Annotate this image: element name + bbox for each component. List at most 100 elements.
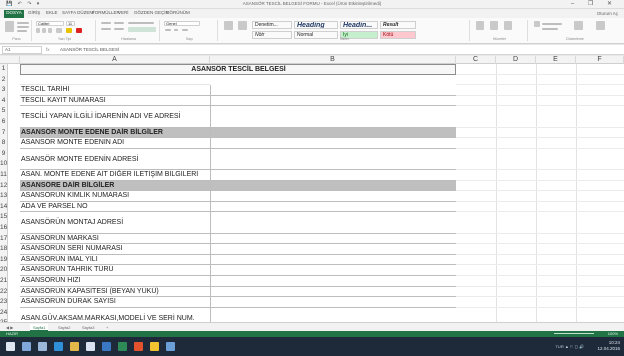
sheet-nav-icon[interactable]: ◀ ▶ bbox=[6, 324, 13, 331]
field-value-cell[interactable] bbox=[210, 254, 456, 266]
select-all-corner[interactable] bbox=[0, 56, 20, 64]
field-value-cell[interactable] bbox=[210, 191, 456, 202]
field-value-cell[interactable] bbox=[210, 244, 456, 255]
style-heading2[interactable]: Headin... bbox=[340, 21, 378, 29]
font-name-select[interactable]: Calibri bbox=[36, 21, 64, 26]
field-label-cell[interactable]: ASANSÖRÜN TAHRİK TÜRÜ bbox=[20, 265, 210, 276]
window-controls[interactable]: – ❐ ✕ bbox=[571, 0, 618, 7]
row-header[interactable]: 14 bbox=[0, 201, 8, 213]
tab-data[interactable]: VERİ bbox=[118, 10, 129, 18]
start-icon[interactable] bbox=[6, 342, 15, 351]
title-cell[interactable]: ASANSÖR TESCİL BELGESİ bbox=[20, 64, 456, 75]
row-header[interactable]: 22 bbox=[0, 286, 8, 298]
field-label-cell[interactable]: TESCİL TARİHİ bbox=[20, 85, 210, 96]
autosum-icon[interactable] bbox=[534, 21, 540, 27]
sheet-tab-2[interactable]: Sayfa2 bbox=[58, 324, 70, 331]
sheet-tab-1[interactable]: Sayfa1 bbox=[30, 324, 49, 331]
field-label-cell[interactable]: ASANSÖRÜN SERİ NUMARASI bbox=[20, 244, 210, 255]
file-explorer-icon[interactable] bbox=[70, 342, 79, 351]
field-label-cell[interactable]: TESCİL KAYIT NUMARASI bbox=[20, 96, 210, 107]
row-header[interactable]: 19 bbox=[0, 254, 8, 266]
row-header[interactable]: 17 bbox=[0, 233, 8, 245]
tab-page-layout[interactable]: SAYFA DÜZENİ bbox=[62, 10, 94, 18]
tab-insert[interactable]: EKLE bbox=[46, 10, 58, 18]
clock[interactable]: 10:24 12.04.2016 bbox=[597, 340, 620, 352]
row-header[interactable]: 8 bbox=[0, 138, 8, 149]
sign-in-link[interactable]: Oturum Aç bbox=[597, 11, 618, 16]
style-check-cell[interactable]: Denetim... bbox=[252, 21, 292, 29]
row-header[interactable]: 3 bbox=[0, 85, 8, 96]
row-header[interactable]: 20 bbox=[0, 265, 8, 276]
worksheet-grid[interactable]: A B C D E F 1 ASANSÖR TESCİL BELGESİ 2 3 TES… bbox=[0, 56, 624, 322]
field-value-cell[interactable] bbox=[210, 276, 456, 287]
formula-input[interactable]: ASANSÖR TESCİL BELGESİ bbox=[60, 47, 119, 52]
word-icon[interactable] bbox=[102, 342, 111, 351]
field-label-cell[interactable] bbox=[20, 75, 210, 86]
field-label-cell[interactable]: ASANSÖRÜN İMAL YILI bbox=[20, 255, 210, 266]
field-value-cell[interactable] bbox=[210, 170, 456, 181]
column-header-f[interactable]: F bbox=[576, 56, 624, 64]
field-label-cell[interactable]: ASANSÖRÜN MONTAJ ADRESİ bbox=[20, 212, 210, 234]
field-label-cell[interactable]: ADA VE PARSEL NO bbox=[20, 202, 210, 213]
italic-icon[interactable] bbox=[42, 28, 46, 33]
number-format-select[interactable]: Genel bbox=[164, 21, 200, 26]
row-header[interactable]: 7 bbox=[0, 127, 8, 139]
delete-cells-icon[interactable] bbox=[490, 21, 498, 30]
row-header[interactable]: 10 bbox=[0, 159, 8, 170]
tab-review[interactable]: GÖZDEN GEÇİR bbox=[134, 10, 169, 18]
tab-formulas[interactable]: FORMÜLLER bbox=[92, 10, 120, 18]
search-icon[interactable] bbox=[22, 342, 31, 351]
row-header[interactable]: 5 bbox=[0, 106, 8, 117]
section-header-cell[interactable]: ASANSÖR MONTE EDENE DAİR BİLGİLER bbox=[20, 127, 210, 139]
fx-icon[interactable]: fx bbox=[46, 47, 50, 52]
field-value-cell[interactable] bbox=[210, 201, 456, 213]
row-header[interactable]: 23 bbox=[0, 297, 8, 308]
section-fill-cell[interactable] bbox=[210, 127, 456, 139]
field-value-cell[interactable] bbox=[210, 297, 456, 308]
task-view-icon[interactable] bbox=[38, 342, 47, 351]
row-header[interactable]: 6 bbox=[0, 117, 8, 128]
row-header[interactable]: 12 bbox=[0, 180, 8, 192]
field-label-cell[interactable]: ASAN. MONTE EDENE AİT DİĞER İLETİŞİM BİL… bbox=[20, 170, 210, 181]
conditional-format-icon[interactable] bbox=[224, 21, 233, 30]
excel-taskbar-icon[interactable] bbox=[118, 342, 127, 351]
font-size-select[interactable]: 11 bbox=[66, 21, 75, 26]
bold-icon[interactable] bbox=[36, 28, 40, 33]
tab-view[interactable]: GÖRÜNÜM bbox=[166, 10, 190, 18]
insert-cells-icon[interactable] bbox=[476, 21, 484, 30]
field-value-cell[interactable] bbox=[210, 307, 456, 322]
sort-filter-icon[interactable] bbox=[574, 21, 583, 30]
merge-center-button[interactable] bbox=[128, 27, 156, 32]
column-header-d[interactable]: D bbox=[496, 56, 536, 64]
sheet-tab-3[interactable]: Sayfa3 bbox=[82, 324, 94, 331]
powerpoint-icon[interactable] bbox=[134, 342, 143, 351]
system-tray[interactable]: TUR ▲ ⚐ ◻ 🔊 bbox=[555, 344, 584, 349]
font-color-icon[interactable] bbox=[76, 28, 82, 33]
field-label-cell[interactable]: TESCİLİ YAPAN İLGİLİ İDARENİN ADI VE ADR… bbox=[20, 106, 210, 128]
section-fill-cell[interactable] bbox=[210, 180, 456, 192]
row-header[interactable]: 1 bbox=[0, 64, 8, 75]
tab-home[interactable]: GİRİŞ bbox=[28, 10, 40, 18]
row-header[interactable]: 18 bbox=[0, 244, 8, 255]
field-value-cell[interactable] bbox=[210, 265, 456, 276]
row-header[interactable]: 21 bbox=[0, 276, 8, 287]
column-header-c[interactable]: C bbox=[456, 56, 496, 64]
field-label-cell[interactable]: ASANSÖR MONTE EDENİN ADRESİ bbox=[20, 149, 210, 170]
column-header-a[interactable]: A bbox=[20, 56, 210, 64]
format-cells-icon[interactable] bbox=[504, 21, 512, 30]
field-label-cell[interactable]: ASANSÖRÜN KAPASİTESİ (BEYAN YÜKÜ) bbox=[20, 287, 210, 298]
store-icon[interactable] bbox=[86, 342, 95, 351]
field-value-cell[interactable] bbox=[210, 233, 456, 245]
fill-color-icon[interactable] bbox=[66, 28, 72, 33]
field-label-cell[interactable]: ASAN.GÜV.AKSAM.MARKASI,MODELİ VE SERİ NU… bbox=[20, 308, 210, 322]
name-box[interactable]: A1 bbox=[2, 46, 42, 54]
column-header-b[interactable]: B bbox=[210, 56, 456, 64]
chrome-icon[interactable] bbox=[150, 342, 159, 351]
format-as-table-icon[interactable] bbox=[238, 21, 247, 30]
field-value-cell[interactable] bbox=[210, 85, 456, 96]
section-header-cell[interactable]: ASANSÖRE DAİR BİLGİLER bbox=[20, 180, 210, 192]
field-label-cell[interactable]: ASANSÖR MONTE EDENİN ADI bbox=[20, 138, 210, 149]
new-sheet-button[interactable]: + bbox=[106, 324, 108, 331]
field-value-cell[interactable] bbox=[210, 106, 456, 128]
underline-icon[interactable] bbox=[48, 28, 52, 33]
